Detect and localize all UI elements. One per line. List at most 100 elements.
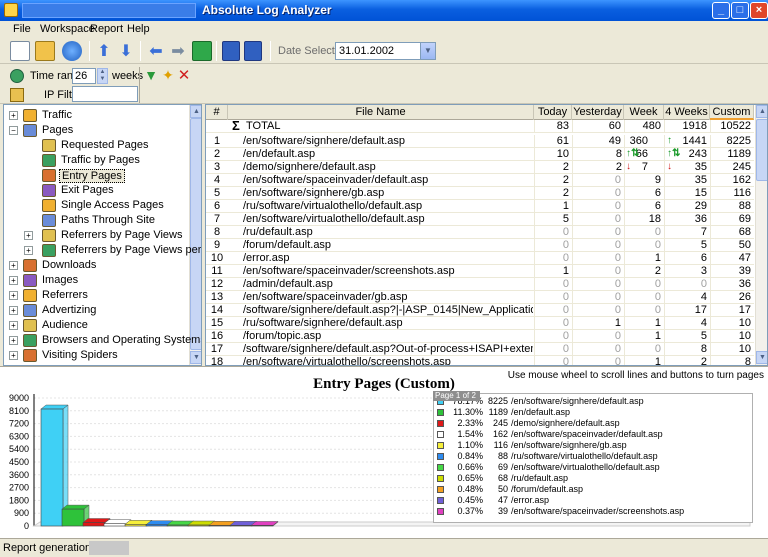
tree-item-referrers[interactable]: + Referrers [4, 288, 188, 303]
bar[interactable] [166, 524, 190, 527]
tree-scrollbar[interactable]: ▲ ▼ [189, 105, 201, 365]
time-range-input[interactable]: 26 [72, 68, 96, 84]
col-header-yesterday[interactable]: Yesterday [572, 105, 624, 120]
expand-icon[interactable]: + [24, 246, 33, 255]
bar[interactable] [61, 508, 85, 527]
table-row[interactable]: 10/error.asp 0 0 1 6 47 [206, 252, 754, 265]
table-row[interactable]: 1/en/software/signhere/default.asp 61 49 36… [206, 135, 754, 148]
col-header-week[interactable]: Week [624, 105, 664, 120]
expand-icon[interactable]: + [9, 306, 18, 315]
menu-report[interactable]: Report [90, 23, 123, 35]
table-row[interactable]: 15/ru/software/signhere/default.asp 0 1 1 4 1… [206, 317, 754, 330]
table-row[interactable]: 12/admin/default.asp 0 0 0 0 36 [206, 278, 754, 291]
expand-icon[interactable]: + [9, 291, 18, 300]
grid-scroll-thumb[interactable] [756, 119, 767, 181]
minimize-button[interactable]: _ [712, 2, 730, 19]
chevron-down-icon[interactable]: ▼ [420, 43, 435, 59]
expand-icon[interactable]: + [9, 321, 18, 330]
arrow-down-icon[interactable]: ⬇ [116, 41, 136, 61]
col-header-number[interactable]: # [206, 105, 228, 120]
tree-item-traffic[interactable]: + Traffic [4, 108, 188, 123]
grid-scroll-down-button[interactable]: ▼ [756, 351, 767, 364]
table-row[interactable]: 13/en/software/spaceinvader/gb.asp 0 0 0 4 26 [206, 291, 754, 304]
bar[interactable] [124, 524, 148, 527]
col-header-file-name[interactable]: File Name [228, 105, 534, 120]
table-row[interactable]: 5/en/software/signhere/gb.asp 2 0 6 15 116 [206, 187, 754, 200]
app-icon [4, 3, 18, 17]
col-header-custom[interactable]: Custom [710, 105, 754, 120]
ip-filter-input[interactable] [72, 86, 138, 102]
scroll-thumb[interactable] [190, 118, 201, 350]
col-header-today[interactable]: Today [534, 105, 572, 120]
tree-item-traffic-by-pages[interactable]: Traffic by Pages [4, 153, 188, 168]
chart-legend[interactable]: 78.17% 8225/en/software/signhere/default.… [433, 393, 753, 523]
tree-item-referrers-by-page-views-per-visit[interactable]: + Referrers by Page Views per Visit [4, 243, 201, 258]
tree-item-visiting-spiders[interactable]: + Visiting Spiders [4, 348, 188, 363]
bar[interactable] [40, 408, 64, 527]
table-row[interactable]: 4/en/software/spaceinvader/default.asp 2 0… [206, 174, 754, 187]
bar[interactable] [103, 523, 127, 527]
date-selection-dropdown[interactable]: 31.01.2002 ▼ [335, 42, 436, 60]
open-folder-icon[interactable] [35, 41, 55, 61]
bar[interactable] [208, 524, 232, 527]
time-range-spinner[interactable]: ▲ ▼ [97, 68, 108, 84]
new-icon[interactable] [10, 41, 30, 61]
table-row[interactable]: 7/en/software/virtualothello/default.asp… [206, 213, 754, 226]
clear-filter-icon[interactable]: ✕ [176, 68, 192, 84]
report-prev-icon[interactable] [222, 41, 240, 61]
scroll-down-button[interactable]: ▼ [190, 351, 201, 364]
table-row[interactable]: 11/en/software/spaceinvader/screenshots.… [206, 265, 754, 278]
menu-workspace[interactable]: Workspace [40, 23, 95, 35]
globe-icon[interactable] [62, 41, 82, 61]
tree-item-requested-pages[interactable]: Requested Pages [4, 138, 188, 153]
tree-item-referrers-by-page-views[interactable]: + Referrers by Page Views [4, 228, 188, 243]
bar[interactable] [145, 524, 169, 527]
bar[interactable] [82, 522, 106, 527]
expand-icon[interactable]: + [9, 111, 18, 120]
tree-item-pages[interactable]: − Pages [4, 123, 188, 138]
grid-scrollbar[interactable]: ▲ ▼ [755, 105, 767, 365]
refresh-icon[interactable] [192, 41, 212, 61]
maximize-button[interactable]: □ [731, 2, 749, 19]
table-row[interactable]: 9/forum/default.asp 0 0 0 5 50 [206, 239, 754, 252]
legend-page-indicator[interactable]: Page 1 of 2 [433, 391, 480, 401]
expand-icon[interactable]: + [24, 231, 33, 240]
filter-icon[interactable]: ▼ [143, 68, 159, 84]
tree-item-images[interactable]: + Images [4, 273, 188, 288]
tree-item-browsers-and-operating-systems[interactable]: + Browsers and Operating Systems [4, 333, 201, 348]
wand-icon[interactable]: ✦ [160, 68, 176, 84]
grid-scroll-up-button[interactable]: ▲ [756, 105, 767, 118]
tree-item-paths-through-site[interactable]: Paths Through Site [4, 213, 188, 228]
menu-file[interactable]: File [13, 23, 31, 35]
table-row[interactable]: 17/software/signhere/default.asp?Out-of-… [206, 343, 754, 356]
tree-item-exit-pages[interactable]: Exit Pages [4, 183, 188, 198]
close-button[interactable]: × [750, 2, 768, 19]
table-row[interactable]: 3/demo/signhere/default.asp 2 2 7 35 245 ↓ ↓ [206, 161, 754, 174]
tree-item-entry-pages[interactable]: Entry Pages [4, 168, 188, 183]
expand-icon[interactable]: + [9, 276, 18, 285]
arrow-up-icon[interactable]: ⬆ [94, 41, 114, 61]
menu-help[interactable]: Help [127, 23, 150, 35]
expand-icon[interactable]: + [9, 261, 18, 270]
tree-item-single-access-pages[interactable]: Single Access Pages [4, 198, 188, 213]
expand-icon[interactable]: + [9, 351, 18, 360]
tree-item-audience[interactable]: + Audience [4, 318, 188, 333]
table-row[interactable]: 6/ru/software/virtualothello/default.asp… [206, 200, 754, 213]
arrow-left-icon[interactable]: ⬅ [146, 41, 166, 61]
arrow-right-icon[interactable]: ➡ [168, 41, 188, 61]
table-row[interactable]: 8/ru/default.asp 0 0 0 7 68 [206, 226, 754, 239]
bar[interactable] [187, 524, 211, 527]
table-row[interactable]: 16/forum/topic.asp 0 0 1 5 10 [206, 330, 754, 343]
bar[interactable] [250, 525, 274, 527]
col-header-4-weeks[interactable]: 4 Weeks [664, 105, 710, 120]
scroll-up-button[interactable]: ▲ [190, 105, 201, 118]
bar[interactable] [229, 525, 253, 527]
table-row[interactable]: 14/software/signhere/default.asp?|-|ASP_… [206, 304, 754, 317]
tree-item-downloads[interactable]: + Downloads [4, 258, 188, 273]
tree-item-advertizing[interactable]: + Advertizing [4, 303, 188, 318]
table-row[interactable]: 2/en/default.asp 10 8 66 243 1189 ↑⇅ ↑⇅ [206, 148, 754, 161]
table-row[interactable]: 18/en/software/virtualothello/screenshot… [206, 356, 754, 365]
expand-icon[interactable]: + [9, 336, 18, 345]
report-next-icon[interactable] [244, 41, 262, 61]
collapse-icon[interactable]: − [9, 126, 18, 135]
